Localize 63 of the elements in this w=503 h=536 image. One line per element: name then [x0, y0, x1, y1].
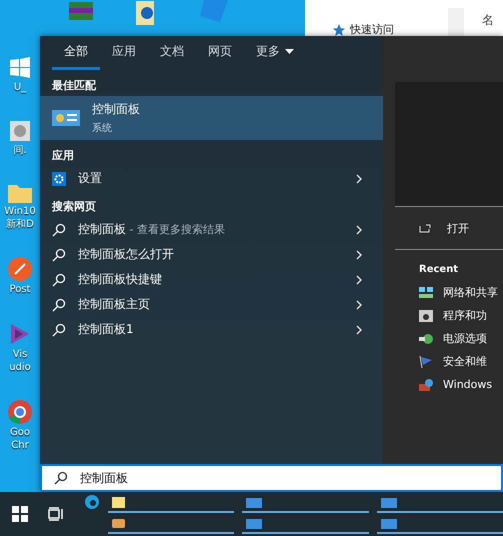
recent-item[interactable]: 程序和功: [395, 304, 503, 327]
section-title: 搜索网页: [50, 199, 97, 215]
open-action[interactable]: 打开: [395, 207, 503, 249]
flag-icon: [419, 356, 433, 368]
archive-icon[interactable]: [68, 0, 94, 22]
filter-tab[interactable]: 文档: [148, 36, 196, 70]
chevron-right-icon[interactable]: [356, 324, 363, 334]
task-view-icon[interactable]: [48, 507, 64, 521]
result-item[interactable]: 控制面板怎么打开: [40, 242, 383, 267]
result-title: 控制面板: [92, 101, 141, 118]
windows-logo-icon[interactable]: [12, 506, 28, 522]
filter-tab[interactable]: 网页: [196, 36, 244, 70]
search-field[interactable]: 控制面板: [40, 464, 503, 492]
recent-item[interactable]: 安全和维: [395, 350, 503, 373]
result-title: 控制面板怎么打开: [78, 246, 175, 263]
open-icon: [419, 224, 431, 232]
search-icon: [52, 248, 66, 262]
result-title: 设置: [78, 170, 103, 187]
section-title: 最佳匹配: [51, 78, 97, 94]
chevron-right-icon[interactable]: [356, 224, 363, 234]
recent-item[interactable]: 网络和共享: [395, 281, 503, 304]
filter-tab[interactable]: 更多: [244, 36, 306, 70]
result-title: 控制面板快捷键: [78, 271, 163, 288]
chevron-right-icon[interactable]: [356, 300, 363, 310]
browser-icon[interactable]: [7, 399, 33, 425]
chevron-right-icon[interactable]: [356, 174, 363, 184]
result-item[interactable]: 设置: [40, 166, 383, 191]
firewall-icon: [419, 378, 433, 390]
result-item[interactable]: 控制面板 系统: [40, 96, 383, 140]
section-title: 应用: [50, 148, 75, 164]
browser-icon[interactable]: [84, 494, 100, 510]
scrollbar[interactable]: [448, 8, 464, 36]
result-item[interactable]: 控制面板1: [40, 317, 383, 342]
result-item[interactable]: 控制面板 - 查看更多搜索结果: [40, 217, 383, 242]
column-header[interactable]: 名: [482, 12, 494, 29]
result-subtitle: 系统: [92, 122, 113, 135]
nav-item[interactable]: 快速访问: [350, 22, 394, 37]
recent-item[interactable]: Windows: [395, 373, 503, 396]
search-icon: [52, 222, 66, 236]
search-icon: [52, 298, 66, 312]
recent-item[interactable]: 电源选项: [395, 327, 503, 350]
control-panel-icon: [52, 109, 80, 127]
search-icon: [52, 272, 66, 286]
filter-tab[interactable]: 应用: [100, 36, 148, 70]
drive-icon: [112, 518, 126, 528]
filter-tab[interactable]: 全部: [52, 36, 100, 70]
chevron-right-icon[interactable]: [356, 250, 363, 260]
chevron-right-icon[interactable]: [356, 274, 363, 284]
result-item[interactable]: 控制面板快捷键: [40, 267, 383, 292]
result-title: 控制面板1: [78, 321, 135, 338]
star-icon: [333, 24, 345, 36]
power-plug-icon: [419, 332, 433, 344]
taskbar-button[interactable]: [108, 494, 234, 513]
folder-icon: [112, 496, 126, 508]
result-title: 控制面板主页: [78, 296, 151, 313]
settings-icon: [52, 172, 66, 186]
programs-icon: [419, 310, 433, 322]
section-title: Recent: [418, 263, 460, 277]
result-title: 控制面板 - 查看更多搜索结果: [78, 221, 226, 238]
network-icon: [419, 286, 433, 298]
result-item[interactable]: 控制面板主页: [40, 292, 383, 317]
search-icon: [54, 471, 68, 485]
search-icon: [52, 322, 66, 336]
